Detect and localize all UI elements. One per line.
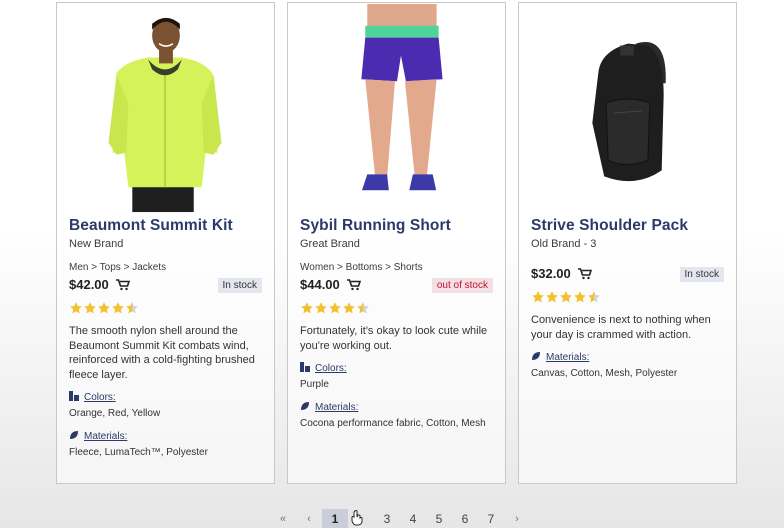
page-button-1[interactable]: 1	[322, 509, 348, 528]
backpack-image	[519, 3, 736, 213]
stock-badge: In stock	[679, 267, 724, 282]
product-title[interactable]: Strive Shoulder Pack	[531, 217, 726, 235]
next-page-button[interactable]: ›	[504, 509, 530, 528]
breadcrumb: Women > Bottoms > Shorts	[300, 262, 423, 273]
product-title[interactable]: Sybil Running Short	[300, 217, 495, 235]
product-description: Convenience is next to nothing when your…	[531, 314, 711, 341]
star-icon	[560, 291, 572, 303]
hand-cursor-icon	[351, 510, 363, 526]
star-icon	[546, 291, 558, 303]
materials-label[interactable]: Materials:	[300, 401, 495, 414]
star-icon	[329, 302, 341, 314]
first-page-button[interactable]: «	[270, 509, 296, 528]
materials-label[interactable]: Materials:	[531, 351, 726, 364]
product-grid: Beaumont Summit Kit New Brand Men > Tops…	[0, 0, 784, 500]
star-icon	[588, 291, 600, 303]
materials-value: Fleece, LumaTech™, Polyester	[69, 446, 208, 458]
product-brand: Old Brand - 3	[531, 238, 597, 250]
page-button-7[interactable]: 7	[478, 509, 504, 528]
pagination: « ‹ 1 3 4 5 6 7 ›	[270, 508, 530, 528]
star-icon	[70, 302, 82, 314]
rating-stars	[300, 301, 495, 317]
page-button-6[interactable]: 6	[452, 509, 478, 528]
product-description: The smooth nylon shell around the Beaumo…	[69, 325, 255, 381]
star-icon	[112, 302, 124, 314]
page-button-4[interactable]: 4	[400, 509, 426, 528]
cart-icon[interactable]	[116, 278, 131, 296]
product-description: Fortunately, it's okay to look cute whil…	[300, 325, 488, 352]
breadcrumb: Men > Tops > Jackets	[69, 262, 167, 273]
materials-value: Cocona performance fabric, Cotton, Mesh	[300, 417, 486, 429]
product-card-sybil[interactable]: Sybil Running Short Great Brand Women > …	[287, 2, 506, 484]
product-card-beaumont[interactable]: Beaumont Summit Kit New Brand Men > Tops…	[56, 2, 275, 484]
stock-badge: In stock	[217, 278, 262, 293]
cart-icon[interactable]	[578, 267, 593, 285]
star-icon	[126, 302, 138, 314]
colors-label[interactable]: Colors:	[300, 362, 495, 375]
price: $32.00	[531, 266, 571, 281]
colors-value: Purple	[300, 379, 329, 390]
page-button-3[interactable]: 3	[374, 509, 400, 528]
rating-stars	[69, 301, 264, 317]
jacket-model-image	[57, 3, 274, 213]
product-brand: Great Brand	[300, 238, 360, 250]
palette-icon	[69, 391, 81, 404]
product-brand: New Brand	[69, 238, 124, 250]
cart-icon[interactable]	[347, 278, 362, 296]
product-title[interactable]: Beaumont Summit Kit	[69, 217, 264, 235]
palette-icon	[300, 362, 312, 375]
star-icon	[574, 291, 586, 303]
price: $44.00	[300, 277, 340, 292]
product-image[interactable]	[288, 3, 505, 213]
stock-badge: out of stock	[431, 278, 493, 293]
rating-stars	[531, 290, 726, 306]
star-icon	[532, 291, 544, 303]
materials-value: Canvas, Cotton, Mesh, Polyester	[531, 368, 678, 379]
star-icon	[315, 302, 327, 314]
price: $42.00	[69, 277, 109, 292]
product-card-strive[interactable]: Strive Shoulder Pack Old Brand - 3 $32.0…	[518, 2, 737, 484]
star-icon	[98, 302, 110, 314]
star-icon	[357, 302, 369, 314]
star-icon	[343, 302, 355, 314]
prev-page-button[interactable]: ‹	[296, 509, 322, 528]
star-icon	[84, 302, 96, 314]
leaf-icon	[300, 401, 312, 414]
materials-label[interactable]: Materials:	[69, 430, 264, 443]
shorts-model-image	[288, 3, 505, 213]
leaf-icon	[531, 351, 543, 364]
leaf-icon	[69, 430, 81, 443]
colors-value: Orange, Red, Yellow	[69, 408, 161, 419]
page-button-5[interactable]: 5	[426, 509, 452, 528]
colors-label[interactable]: Colors:	[69, 391, 264, 404]
product-image[interactable]	[519, 3, 736, 213]
product-image[interactable]	[57, 3, 274, 213]
star-icon	[301, 302, 313, 314]
